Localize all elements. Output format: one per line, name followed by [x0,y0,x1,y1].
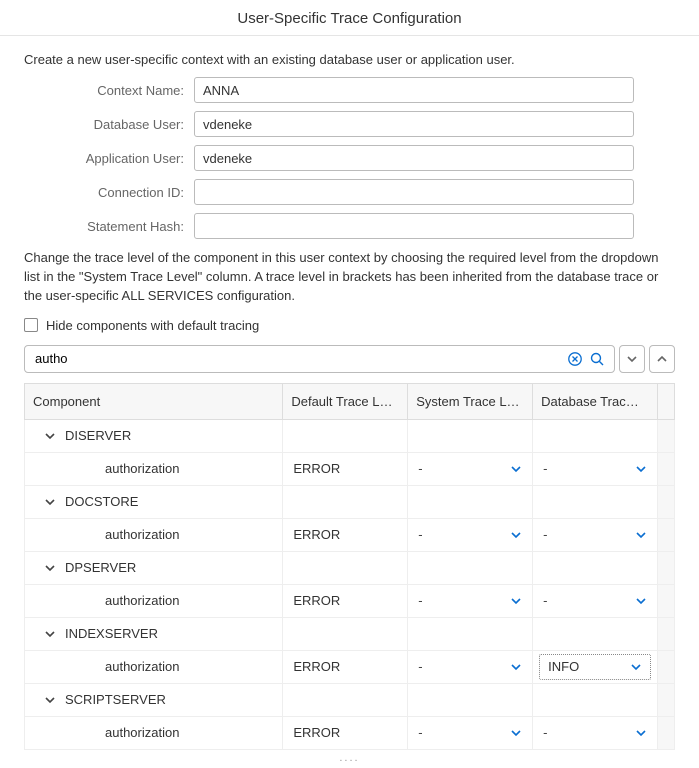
system-trace-dropdown[interactable]: - [408,651,532,683]
component-name: authorization [25,651,282,683]
hide-default-checkbox[interactable] [24,318,38,332]
clear-search-icon[interactable] [564,348,586,370]
col-component[interactable]: Component [25,383,283,419]
system-trace-value: - [418,725,422,740]
db-trace-value: - [543,593,547,608]
chevron-down-icon[interactable] [635,727,647,739]
collapse-all-button[interactable] [649,345,675,373]
label-db-user: Database User: [24,117,194,132]
system-trace-value: - [418,461,422,476]
chevron-down-icon[interactable] [43,561,57,575]
table-group-row[interactable]: DPSERVER [25,551,675,584]
col-db-trace[interactable]: Database Trac… [533,383,658,419]
table-row: authorizationERROR-- [25,584,675,617]
component-name: authorization [25,717,282,749]
component-name: authorization [25,585,282,617]
table-group-row[interactable]: SCRIPTSERVER [25,683,675,716]
chevron-down-icon[interactable] [635,463,647,475]
table-row: authorizationERROR-- [25,716,675,749]
label-app-user: Application User: [24,151,194,166]
component-name: authorization [25,453,282,485]
system-trace-dropdown[interactable]: - [408,519,532,551]
intro-text: Create a new user-specific context with … [24,52,675,67]
table-row: authorizationERROR- INFO [25,650,675,683]
group-name: INDEXSERVER [65,626,158,641]
label-context-name: Context Name: [24,83,194,98]
col-default-trace[interactable]: Default Trace L… [283,383,408,419]
default-trace-value: ERROR [283,453,407,485]
row-conn-id: Connection ID: [24,179,675,205]
db-trace-dropdown[interactable]: - [533,519,657,551]
row-db-user: Database User: [24,111,675,137]
hide-default-checkbox-row[interactable]: Hide components with default tracing [24,318,675,333]
default-trace-value: ERROR [283,651,407,683]
search-icon[interactable] [586,348,608,370]
db-trace-value: INFO [548,659,579,674]
default-trace-value: ERROR [283,717,407,749]
db-trace-select[interactable]: INFO [539,654,651,680]
chevron-down-icon[interactable] [510,727,522,739]
search-row [24,345,675,373]
default-trace-value: ERROR [283,519,407,551]
description-text: Change the trace level of the component … [24,249,675,306]
label-stmt-hash: Statement Hash: [24,219,194,234]
input-stmt-hash[interactable] [194,213,634,239]
db-trace-dropdown[interactable]: - [533,585,657,617]
table-row: authorizationERROR-- [25,518,675,551]
db-trace-value: - [543,461,547,476]
table-group-row[interactable]: DOCSTORE [25,485,675,518]
input-db-user[interactable] [194,111,634,137]
col-system-trace[interactable]: System Trace L… [408,383,533,419]
default-trace-value: ERROR [283,585,407,617]
system-trace-value: - [418,659,422,674]
table-row: authorizationERROR-- [25,452,675,485]
table-group-row[interactable]: DISERVER [25,419,675,452]
search-input[interactable] [31,351,564,366]
system-trace-dropdown[interactable]: - [408,717,532,749]
db-trace-dropdown[interactable]: - [533,717,657,749]
dialog-content: Create a new user-specific context with … [0,36,699,768]
row-app-user: Application User: [24,145,675,171]
chevron-down-icon[interactable] [630,661,642,673]
resize-handle[interactable]: .... [24,750,675,768]
row-context-name: Context Name: [24,77,675,103]
system-trace-value: - [418,593,422,608]
chevron-down-icon[interactable] [43,693,57,707]
col-scroll [657,383,674,419]
db-trace-value: - [543,527,547,542]
group-name: SCRIPTSERVER [65,692,166,707]
hide-default-label: Hide components with default tracing [46,318,259,333]
system-trace-dropdown[interactable]: - [408,585,532,617]
chevron-down-icon[interactable] [43,495,57,509]
input-app-user[interactable] [194,145,634,171]
chevron-down-icon[interactable] [43,627,57,641]
trace-table: Component Default Trace L… System Trace … [24,383,675,750]
group-name: DOCSTORE [65,494,138,509]
group-name: DISERVER [65,428,131,443]
input-conn-id[interactable] [194,179,634,205]
input-context-name[interactable] [194,77,634,103]
db-trace-value: - [543,725,547,740]
table-header-row: Component Default Trace L… System Trace … [25,383,675,419]
chevron-down-icon[interactable] [510,529,522,541]
db-trace-dropdown[interactable]: - [533,453,657,485]
system-trace-value: - [418,527,422,542]
chevron-down-icon[interactable] [510,595,522,607]
row-stmt-hash: Statement Hash: [24,213,675,239]
chevron-down-icon[interactable] [43,429,57,443]
component-name: authorization [25,519,282,551]
search-box [24,345,615,373]
group-name: DPSERVER [65,560,136,575]
chevron-down-icon[interactable] [510,463,522,475]
chevron-down-icon[interactable] [510,661,522,673]
chevron-down-icon[interactable] [635,529,647,541]
table-group-row[interactable]: INDEXSERVER [25,617,675,650]
expand-all-button[interactable] [619,345,645,373]
chevron-down-icon[interactable] [635,595,647,607]
label-conn-id: Connection ID: [24,185,194,200]
dialog-title: User-Specific Trace Configuration [0,0,699,36]
system-trace-dropdown[interactable]: - [408,453,532,485]
